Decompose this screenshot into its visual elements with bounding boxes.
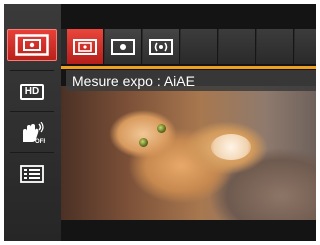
live-view-photo — [61, 86, 316, 220]
option-slot-empty — [181, 29, 218, 64]
option-slot-empty — [219, 29, 256, 64]
hd-icon: HD — [19, 84, 45, 100]
menu-list-icon — [20, 165, 44, 183]
center-weighted-metering-icon — [149, 38, 173, 55]
cat-paw — [211, 134, 251, 160]
stabilization-off-icon: OFF — [23, 122, 45, 144]
aiae-metering-icon — [73, 38, 97, 55]
sidebar-divider — [10, 152, 54, 153]
selection-highlight-line — [61, 66, 316, 69]
svg-text:OFF: OFF — [35, 139, 45, 144]
sidebar-item-metering[interactable] — [7, 29, 57, 61]
sidebar-item-menu[interactable] — [7, 158, 57, 190]
option-aiae-metering[interactable] — [67, 29, 104, 64]
option-slot-empty — [257, 29, 294, 64]
setting-label: Mesure expo : AiAE — [72, 72, 195, 89]
cat-eye — [157, 124, 166, 133]
option-slot-empty — [295, 29, 316, 64]
sidebar-item-video-quality[interactable]: HD — [7, 76, 57, 108]
sidebar-item-stabilization[interactable]: OFF — [7, 117, 57, 149]
option-spot-metering[interactable] — [105, 29, 142, 64]
setting-label-bar: Mesure expo : AiAE — [66, 70, 316, 91]
metering-icon — [15, 34, 49, 56]
camera-screen: HD OFF — [4, 4, 316, 241]
bottom-strip — [61, 220, 316, 241]
cat-eye — [139, 138, 148, 147]
metering-options-bar — [61, 29, 316, 64]
spot-metering-icon — [111, 38, 135, 55]
sidebar-divider — [10, 111, 54, 112]
option-center-weighted-metering[interactable] — [143, 29, 180, 64]
sidebar-divider — [10, 70, 54, 71]
settings-sidebar: HD OFF — [4, 4, 61, 241]
